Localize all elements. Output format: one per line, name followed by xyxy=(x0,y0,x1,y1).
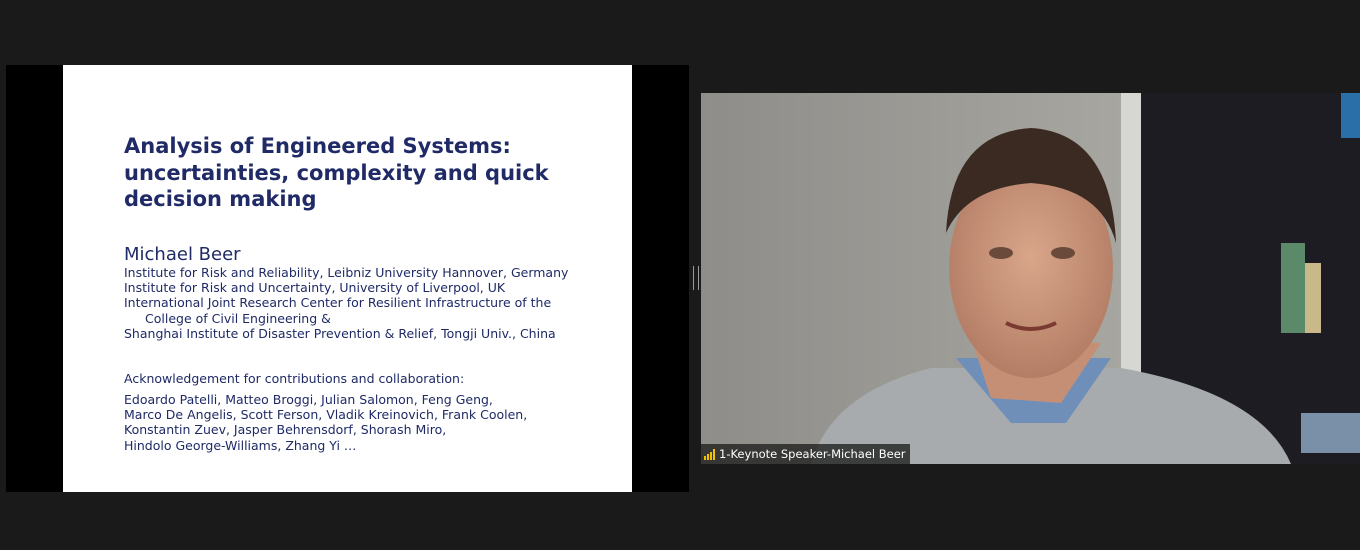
presentation-slide: Analysis of Engineered Systems: uncertai… xyxy=(63,65,632,492)
signal-strength-icon xyxy=(704,448,715,460)
participant-name-tag: 1-Keynote Speaker-Michael Beer xyxy=(701,444,910,464)
affiliation-line: Institute for Risk and Reliability, Leib… xyxy=(124,265,569,280)
slide-title-line: Analysis of Engineered Systems: xyxy=(124,134,511,158)
speaker-video-tile[interactable] xyxy=(701,93,1360,464)
speaker-video-frame xyxy=(701,93,1360,464)
affiliation-line: Shanghai Institute of Disaster Preventio… xyxy=(124,325,556,341)
affiliation-line: International Joint Research Center for … xyxy=(124,295,552,311)
acknowledgement-names: Edoardo Patelli, Matteo Broggi, Julian S… xyxy=(124,392,624,453)
slide-title: Analysis of Engineered Systems: uncertai… xyxy=(124,133,604,213)
affiliation-line: College of Civil Engineering & xyxy=(145,310,331,326)
slide-title-line: uncertainties, complexity and quick xyxy=(124,160,549,185)
slide-title-line: decision making xyxy=(124,187,317,211)
slide-affiliations: Institute for Risk and Reliability, Leib… xyxy=(124,265,624,341)
panel-resize-handle[interactable] xyxy=(693,266,699,290)
acknowledgement-line: Hindolo George-Williams, Zhang Yi … xyxy=(124,437,357,453)
acknowledgement-heading: Acknowledgement for contributions and co… xyxy=(124,371,465,386)
acknowledgement-line: Konstantin Zuev, Jasper Behrensdorf, Sho… xyxy=(124,422,447,438)
slide-author: Michael Beer xyxy=(124,244,241,265)
affiliation-line: Institute for Risk and Uncertainty, Univ… xyxy=(124,280,506,296)
acknowledgement-line: Marco De Angelis, Scott Ferson, Vladik K… xyxy=(124,407,528,423)
screen-share-panel: Analysis of Engineered Systems: uncertai… xyxy=(6,65,689,492)
acknowledgement-line: Edoardo Patelli, Matteo Broggi, Julian S… xyxy=(124,392,493,407)
participant-name: 1-Keynote Speaker-Michael Beer xyxy=(719,447,906,461)
